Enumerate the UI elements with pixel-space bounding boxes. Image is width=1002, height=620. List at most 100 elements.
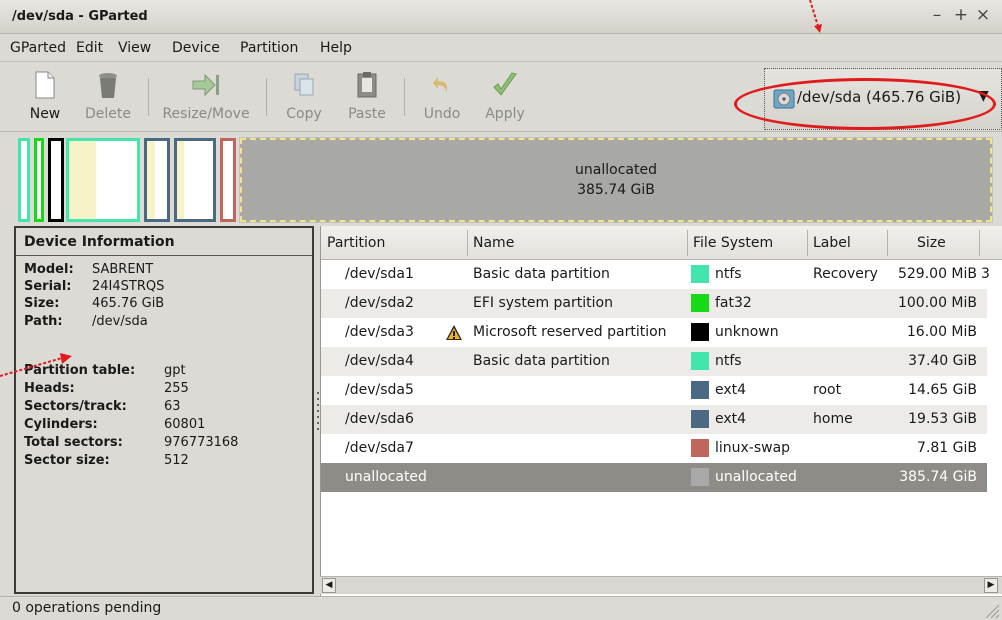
- menu-partition[interactable]: Partition: [240, 40, 298, 56]
- column-label[interactable]: Label: [813, 235, 851, 251]
- cell-partition: /dev/sda2: [345, 295, 414, 311]
- cell-overflow: 3: [981, 266, 990, 282]
- cell-partition: /dev/sda1: [345, 266, 414, 282]
- menu-edit[interactable]: Edit: [76, 40, 103, 56]
- table-row[interactable]: unallocated unallocated 385.74 GiB: [321, 463, 987, 492]
- cell-partition: /dev/sda6: [345, 411, 414, 427]
- table-row[interactable]: /dev/sda7 linux-swap 7.81 GiB: [321, 434, 987, 463]
- resize-move-button[interactable]: Resize/Move: [156, 62, 256, 132]
- column-partition[interactable]: Partition: [327, 235, 385, 251]
- filesystem-color-swatch: [691, 381, 709, 399]
- filesystem-color-swatch: [691, 410, 709, 428]
- maximize-button[interactable]: +: [950, 5, 972, 25]
- cell-label: Recovery: [813, 266, 878, 282]
- resize-arrow-icon: [192, 73, 219, 97]
- filesystem-color-swatch: [691, 323, 709, 341]
- serial-value: 24I4STRQS: [92, 279, 165, 294]
- cell-size: 14.65 GiB: [908, 382, 977, 398]
- title-bar: /dev/sda - GParted – + ×: [0, 0, 1002, 34]
- cell-partition: /dev/sda5: [345, 382, 414, 398]
- annotation-arrow-left: [0, 353, 72, 377]
- disk-map-sda5[interactable]: [144, 138, 170, 222]
- status-bar: 0 operations pending: [0, 596, 1002, 620]
- cell-name: Basic data partition: [473, 266, 610, 282]
- table-row[interactable]: /dev/sda6 ext4 home 19.53 GiB: [321, 405, 987, 434]
- menu-gparted[interactable]: GParted: [10, 40, 66, 56]
- disk-map-sda3[interactable]: [48, 138, 64, 222]
- horizontal-scrollbar[interactable]: ◀ ▶: [320, 576, 1002, 594]
- sector-size-value: 512: [164, 453, 189, 468]
- new-button[interactable]: New: [22, 62, 68, 132]
- menu-help[interactable]: Help: [320, 40, 352, 56]
- cell-partition: /dev/sda4: [345, 353, 414, 369]
- trash-icon: [99, 73, 117, 98]
- table-row[interactable]: /dev/sda1 Basic data partition ntfs Recover…: [321, 260, 990, 289]
- size-key: Size:: [24, 296, 60, 311]
- scroll-right-icon[interactable]: ▶: [984, 578, 998, 593]
- warning-icon: [446, 325, 462, 340]
- heads-key: Heads:: [24, 381, 75, 396]
- total-sectors-value: 976773168: [164, 435, 239, 450]
- table-header: Partition Name File System Label Size: [321, 226, 1002, 260]
- column-size[interactable]: Size: [917, 235, 946, 251]
- cell-label: home: [813, 411, 853, 427]
- model-value: SABRENT: [92, 262, 154, 277]
- copy-icon: [294, 73, 314, 96]
- apply-button[interactable]: Apply: [478, 62, 532, 132]
- menu-device[interactable]: Device: [172, 40, 220, 56]
- filesystem-color-swatch: [691, 294, 709, 312]
- disk-map-sda4[interactable]: [66, 138, 140, 222]
- cell-partition: unallocated: [345, 469, 427, 485]
- filesystem-color-swatch: [691, 352, 709, 370]
- cell-filesystem: unknown: [715, 324, 779, 340]
- resize-grip-icon[interactable]: [980, 599, 1000, 619]
- unallocated-size: 385.74 GiB: [577, 182, 655, 198]
- table-row[interactable]: /dev/sda5 ext4 root 14.65 GiB: [321, 376, 987, 405]
- column-name[interactable]: Name: [473, 235, 514, 251]
- serial-key: Serial:: [24, 279, 72, 294]
- cylinders-key: Cylinders:: [24, 417, 98, 432]
- cell-filesystem: ntfs: [715, 353, 742, 369]
- device-info-panel: Device Information Model: SABRENT Serial…: [14, 226, 314, 594]
- disk-map-sda7[interactable]: [220, 138, 236, 222]
- cell-size: 37.40 GiB: [908, 353, 977, 369]
- disk-map-sda6[interactable]: [174, 138, 216, 222]
- filesystem-color-swatch: [691, 439, 709, 457]
- paste-button[interactable]: Paste: [342, 62, 392, 132]
- scroll-left-icon[interactable]: ◀: [322, 578, 336, 593]
- cell-size: 529.00 MiB: [897, 266, 977, 282]
- undo-arrow-icon: [433, 77, 447, 93]
- copy-button[interactable]: Copy: [280, 62, 328, 132]
- minimize-button[interactable]: –: [926, 5, 948, 25]
- toolbar-separator: [404, 78, 405, 116]
- new-document-icon: [35, 71, 55, 99]
- disk-map: unallocated 385.74 GiB: [14, 137, 993, 223]
- divider: [16, 255, 312, 256]
- menu-bar: GParted Edit View Device Partition Help: [0, 34, 1002, 62]
- annotation-ellipse: [734, 78, 996, 130]
- disk-map-sda2[interactable]: [34, 138, 44, 222]
- cell-partition: /dev/sda7: [345, 440, 414, 456]
- menu-view[interactable]: View: [118, 40, 151, 56]
- cylinders-value: 60801: [164, 417, 206, 432]
- cell-name: EFI system partition: [473, 295, 613, 311]
- disk-map-unallocated[interactable]: unallocated 385.74 GiB: [239, 137, 993, 223]
- cell-label: root: [813, 382, 842, 398]
- size-value: 465.76 GiB: [92, 296, 165, 311]
- close-button[interactable]: ×: [972, 5, 994, 25]
- column-filesystem[interactable]: File System: [693, 235, 773, 251]
- table-row[interactable]: /dev/sda4 Basic data partition ntfs 37.40 G…: [321, 347, 987, 376]
- cell-filesystem: fat32: [715, 295, 752, 311]
- table-row[interactable]: /dev/sda2 EFI system partition fat32 100.00…: [321, 289, 987, 318]
- delete-button[interactable]: Delete: [80, 62, 136, 132]
- partition-table-value: gpt: [164, 363, 186, 378]
- annotation-arrow-top: [809, 0, 822, 33]
- disk-map-sda1[interactable]: [18, 138, 30, 222]
- total-sectors-key: Total sectors:: [24, 435, 123, 450]
- table-row[interactable]: /dev/sda3 Microsoft reserved partition unk…: [321, 318, 987, 347]
- cell-filesystem: linux-swap: [715, 440, 791, 456]
- filesystem-color-swatch: [691, 265, 709, 283]
- cell-size: 19.53 GiB: [908, 411, 977, 427]
- undo-button[interactable]: Undo: [418, 62, 466, 132]
- partition-table: Partition Name File System Label Size /d…: [320, 226, 1002, 598]
